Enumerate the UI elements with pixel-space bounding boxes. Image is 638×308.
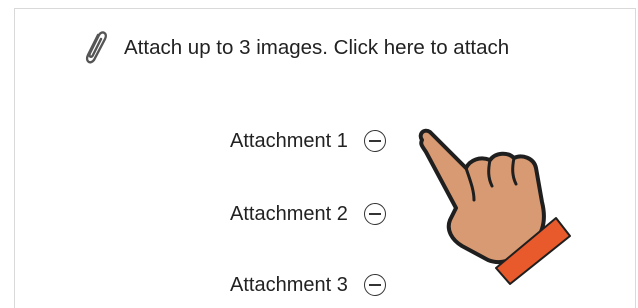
attach-instructions-text: Attach up to 3 images. Click here to att…	[124, 36, 510, 59]
attachment-item-1: Attachment 1	[230, 126, 386, 156]
remove-attachment-1-icon[interactable]	[363, 130, 386, 152]
paperclip-icon	[78, 27, 112, 69]
attachment-item-3: Attachment 3	[230, 270, 386, 300]
attachment-label: Attachment 1	[230, 129, 348, 152]
attachment-label: Attachment 3	[230, 273, 348, 296]
attachment-label: Attachment 2	[230, 202, 348, 225]
attach-images-button[interactable]: Attach up to 3 images. Click here to att…	[78, 28, 509, 68]
remove-attachment-2-icon[interactable]	[363, 203, 386, 225]
remove-attachment-3-icon[interactable]	[363, 274, 386, 296]
attachment-item-2: Attachment 2	[230, 199, 386, 229]
